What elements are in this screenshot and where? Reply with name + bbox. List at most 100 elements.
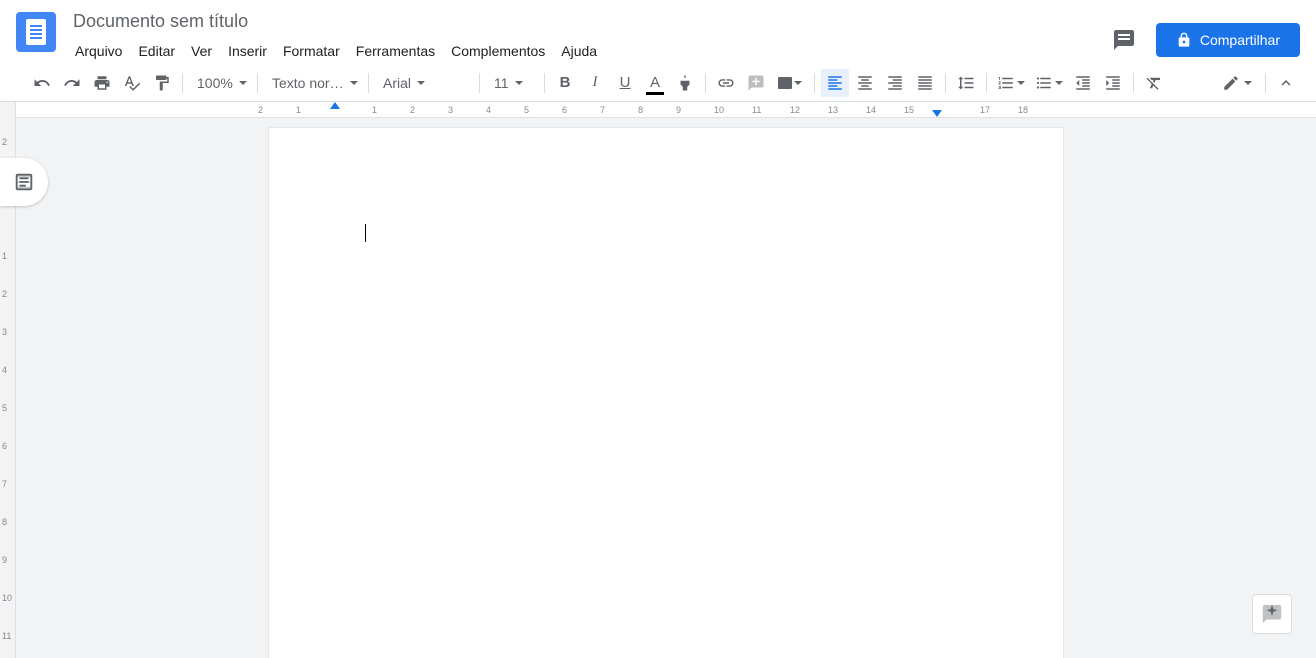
style-value: Texto norm... — [272, 75, 344, 91]
separator — [814, 73, 815, 93]
decrease-indent-button[interactable] — [1069, 69, 1097, 97]
lock-icon — [1176, 32, 1192, 48]
ruler-tick: 4 — [486, 105, 491, 115]
horizontal-ruler[interactable]: 2 1 1 2 3 4 5 6 7 8 9 10 11 12 13 14 15 … — [16, 102, 1316, 118]
toolbar: 100% Texto norm... Arial 11 B I U A — [0, 64, 1316, 102]
underline-button[interactable]: U — [611, 69, 639, 97]
ruler-tick: 9 — [676, 105, 681, 115]
clear-formatting-button[interactable] — [1140, 69, 1168, 97]
ruler-tick: 7 — [600, 105, 605, 115]
collapse-toolbar-button[interactable] — [1272, 69, 1300, 97]
dropdown-arrow-icon — [515, 81, 523, 85]
separator — [1265, 73, 1266, 93]
italic-button[interactable]: I — [581, 69, 609, 97]
ruler-tick: 10 — [714, 105, 724, 115]
add-comment-button[interactable] — [742, 69, 770, 97]
menu-file[interactable]: Arquivo — [68, 39, 129, 63]
document-canvas[interactable] — [16, 102, 1316, 658]
align-right-icon — [886, 74, 904, 92]
insert-image-button[interactable] — [772, 69, 808, 97]
dropdown-arrow-icon — [417, 81, 425, 85]
font-size-select[interactable]: 11 — [486, 69, 538, 97]
outline-icon — [13, 171, 35, 193]
menu-insert[interactable]: Inserir — [221, 39, 274, 63]
ruler-tick: 5 — [2, 403, 7, 413]
redo-button[interactable] — [58, 69, 86, 97]
document-title[interactable]: Documento sem título — [68, 8, 253, 35]
bulleted-list-button[interactable] — [1031, 69, 1067, 97]
app-header: Documento sem título Arquivo Editar Ver … — [0, 0, 1316, 64]
align-right-button[interactable] — [881, 69, 909, 97]
explore-button[interactable] — [1252, 594, 1292, 634]
redo-icon — [63, 74, 81, 92]
text-color-button[interactable]: A — [641, 69, 669, 97]
ruler-tick: 11 — [752, 105, 761, 115]
menu-addons[interactable]: Complementos — [444, 39, 552, 63]
highlight-color-button[interactable] — [671, 69, 699, 97]
align-center-button[interactable] — [851, 69, 879, 97]
highlighter-icon — [676, 74, 694, 92]
ruler-tick: 3 — [448, 105, 453, 115]
chevron-up-icon — [1277, 74, 1295, 92]
separator — [368, 73, 369, 93]
dropdown-arrow-icon — [1244, 81, 1252, 85]
ruler-tick: 2 — [2, 289, 7, 299]
menu-view[interactable]: Ver — [184, 39, 219, 63]
separator — [986, 73, 987, 93]
ruler-indent-marker[interactable] — [330, 102, 340, 109]
ruler-tick: 17 — [980, 105, 990, 115]
bold-button[interactable]: B — [551, 69, 579, 97]
ruler-tick: 2 — [410, 105, 415, 115]
spellcheck-button[interactable] — [118, 69, 146, 97]
image-icon — [778, 77, 792, 89]
paint-format-button[interactable] — [148, 69, 176, 97]
align-justify-button[interactable] — [911, 69, 939, 97]
page[interactable] — [269, 128, 1063, 658]
spellcheck-icon — [123, 74, 141, 92]
undo-button[interactable] — [28, 69, 56, 97]
font-size-value: 11 — [494, 75, 509, 91]
add-comment-icon — [747, 74, 765, 92]
print-button[interactable] — [88, 69, 116, 97]
docs-logo-icon[interactable] — [16, 12, 56, 52]
menu-edit[interactable]: Editar — [131, 39, 182, 63]
increase-indent-button[interactable] — [1099, 69, 1127, 97]
paragraph-style-select[interactable]: Texto norm... — [264, 69, 362, 97]
insert-link-button[interactable] — [712, 69, 740, 97]
separator — [257, 73, 258, 93]
link-icon — [717, 74, 735, 92]
ruler-tick: 2 — [2, 137, 7, 147]
menu-help[interactable]: Ajuda — [554, 39, 604, 63]
ruler-tick: 18 — [1018, 105, 1028, 115]
numbered-list-button[interactable] — [993, 69, 1029, 97]
align-justify-icon — [916, 74, 934, 92]
comments-button[interactable] — [1104, 20, 1144, 60]
ruler-tick: 15 — [904, 105, 914, 115]
line-spacing-button[interactable] — [952, 69, 980, 97]
share-button[interactable]: Compartilhar — [1156, 23, 1300, 57]
bold-icon: B — [560, 74, 571, 91]
ruler-tick: 10 — [2, 593, 12, 603]
ruler-tick: 9 — [2, 555, 7, 565]
line-spacing-icon — [957, 74, 975, 92]
align-left-button[interactable] — [821, 69, 849, 97]
document-outline-button[interactable] — [0, 158, 48, 206]
text-color-icon: A — [650, 74, 660, 91]
ruler-tick: 2 — [258, 105, 263, 115]
font-family-select[interactable]: Arial — [375, 69, 473, 97]
align-center-icon — [856, 74, 874, 92]
separator — [945, 73, 946, 93]
indent-increase-icon — [1104, 74, 1122, 92]
font-value: Arial — [383, 75, 411, 91]
dropdown-arrow-icon — [239, 81, 247, 85]
undo-icon — [33, 74, 51, 92]
separator — [705, 73, 706, 93]
ruler-tick: 8 — [2, 517, 7, 527]
zoom-select[interactable]: 100% — [189, 69, 251, 97]
italic-icon: I — [593, 74, 598, 91]
editing-mode-button[interactable] — [1215, 69, 1259, 97]
menu-format[interactable]: Formatar — [276, 39, 347, 63]
ruler-right-marker[interactable] — [932, 110, 942, 117]
menu-tools[interactable]: Ferramentas — [349, 39, 442, 63]
text-cursor — [365, 224, 366, 242]
